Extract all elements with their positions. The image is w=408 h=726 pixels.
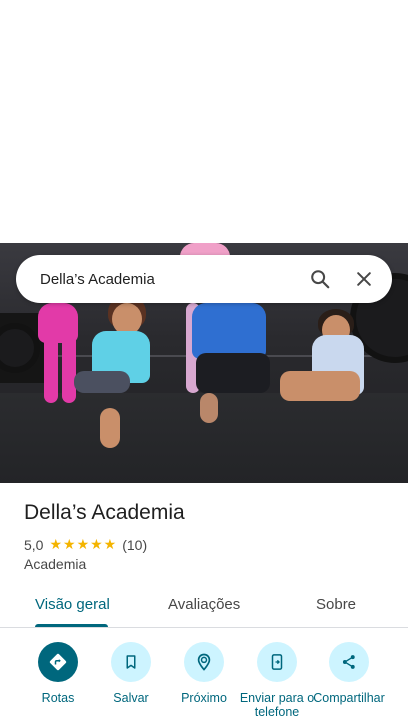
directions-button[interactable]: Rotas <box>18 642 98 705</box>
directions-label: Rotas <box>41 691 75 705</box>
send-to-phone-label: Enviar para o telefone <box>239 691 315 719</box>
tab-about[interactable]: Sobre <box>316 596 356 613</box>
review-count: (10) <box>122 536 148 553</box>
share-button[interactable]: Compartilhar <box>309 642 389 705</box>
rating-value: 5,0 <box>24 536 44 553</box>
share-label: Compartilhar <box>313 691 385 705</box>
send-to-phone-icon <box>257 642 297 682</box>
bookmark-icon <box>111 642 151 682</box>
close-icon[interactable] <box>342 257 386 301</box>
rating-row[interactable]: 5,0 ★★★★★ (10) <box>24 536 147 553</box>
active-tab-indicator <box>35 624 108 627</box>
tab-bar: Visão geral Avaliações Sobre <box>0 588 408 628</box>
save-label: Salvar <box>113 691 149 705</box>
nearby-button[interactable]: Próximo <box>164 642 244 705</box>
search-bar[interactable]: Della’s Academia <box>16 255 392 303</box>
star-rating-icon: ★★★★★ <box>49 536 118 552</box>
place-title: Della’s Academia <box>24 501 185 524</box>
nearby-icon <box>184 642 224 682</box>
save-button[interactable]: Salvar <box>91 642 171 705</box>
tab-overview[interactable]: Visão geral <box>35 596 110 613</box>
search-icon[interactable] <box>298 257 342 301</box>
nearby-label: Próximo <box>181 691 227 705</box>
search-input[interactable]: Della’s Academia <box>16 271 298 288</box>
directions-icon <box>38 642 78 682</box>
place-page: Della’s Academia Della’s Academia 5,0 ★★… <box>0 0 408 726</box>
share-icon <box>329 642 369 682</box>
send-to-phone-button[interactable]: Enviar para o telefone <box>237 642 317 719</box>
tab-reviews[interactable]: Avaliações <box>168 596 240 613</box>
action-bar: Rotas Salvar Próximo Enviar para o telef… <box>0 642 408 726</box>
place-category: Academia <box>24 556 87 572</box>
